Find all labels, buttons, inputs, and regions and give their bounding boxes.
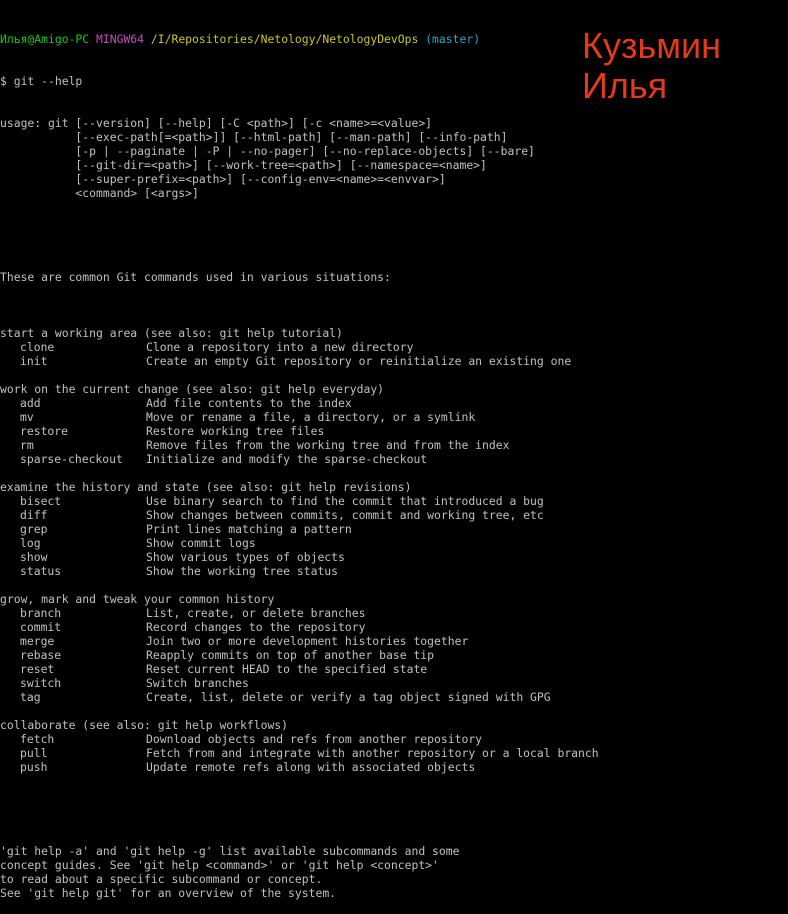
command-name: log <box>20 536 41 550</box>
intro-line: These are common Git commands used in va… <box>0 270 391 284</box>
footer-line: See 'git help git' for an overview of th… <box>0 886 337 900</box>
command-description: Switch branches <box>146 676 249 690</box>
prompt-user-host: Илья@Amigo-PC <box>0 32 90 46</box>
command-description: List, create, or delete branches <box>146 606 366 620</box>
command-description: Show various types of objects <box>146 550 345 564</box>
command-row: clone Clone a repository into a new direc… <box>0 340 788 354</box>
command-name: fetch <box>20 732 55 746</box>
command-name: mv <box>20 410 34 424</box>
command-row: grep Print lines matching a pattern <box>0 522 788 536</box>
command-description: Join two or more development histories t… <box>146 634 469 648</box>
command-name: rebase <box>20 648 62 662</box>
command-name: pull <box>20 746 48 760</box>
command-row: push Update remote refs along with associ… <box>0 760 788 774</box>
command-row: init Create an empty Git repository or re… <box>0 354 788 368</box>
command-description: Use binary search to find the commit tha… <box>146 494 544 508</box>
prompt-path: /I/Repositories/Netology/NetologyDevOps <box>150 32 419 46</box>
command-name: push <box>20 760 48 774</box>
command-description: Clone a repository into a new directory <box>146 340 414 354</box>
command-row: diff Show changes between commits, commit… <box>0 508 788 522</box>
command-row: switch Switch branches <box>0 676 788 690</box>
command-row: tag Create, list, delete or verify a tag … <box>0 690 788 704</box>
prompt-branch: (master) <box>425 32 481 46</box>
command-row: pull Fetch from and integrate with anothe… <box>0 746 788 760</box>
command-description: Update remote refs along with associated… <box>146 760 476 774</box>
command-name: rm <box>20 438 34 452</box>
command-row: fetch Download objects and refs from anot… <box>0 732 788 746</box>
command-description: Record changes to the repository <box>146 620 366 634</box>
footer-line: to read about a specific subcommand or c… <box>0 872 323 886</box>
usage-block: usage: git [--version] [--help] [-C <pat… <box>0 116 788 200</box>
command-description: Remove files from the working tree and f… <box>146 438 510 452</box>
command-description: Restore working tree files <box>146 424 325 438</box>
command-row: mv Move or rename a file, a directory, or… <box>0 410 788 424</box>
command-name: merge <box>20 634 55 648</box>
command-name: clone <box>20 340 55 354</box>
command-name: restore <box>20 424 69 438</box>
command-row: show Show various types of objects <box>0 550 788 564</box>
command-description: Create, list, delete or verify a tag obj… <box>146 690 551 704</box>
command-name: branch <box>20 606 62 620</box>
usage-line: [--exec-path[=<path>]] [--html-path] [--… <box>0 130 508 144</box>
section-heading: start a working area (see also: git help… <box>0 326 343 340</box>
command-row: restore Restore working tree files <box>0 424 788 438</box>
command-description: Move or rename a file, a directory, or a… <box>146 410 476 424</box>
help-footer: 'git help -a' and 'git help -g' list ava… <box>0 844 788 900</box>
command-row: rebase Reapply commits on top of another … <box>0 648 788 662</box>
command-row: branch List, create, or delete branches <box>0 606 788 620</box>
author-surname: Кузьмин <box>582 25 721 66</box>
command-row: add Add file contents to the index <box>0 396 788 410</box>
command-description: Create an empty Git repository or reinit… <box>146 354 572 368</box>
command-name: init <box>20 354 48 368</box>
command-name: status <box>20 564 62 578</box>
command-name: tag <box>20 690 41 704</box>
command-description: Print lines matching a pattern <box>146 522 352 536</box>
section-heading: examine the history and state (see also:… <box>0 480 412 494</box>
section-heading: work on the current change (see also: gi… <box>0 382 385 396</box>
command-row: sparse-checkout Initialize and modify the… <box>0 452 788 466</box>
command-name: reset <box>20 662 55 676</box>
usage-line: [-p | --paginate | -P | --no-pager] [--n… <box>0 144 535 158</box>
section-heading: collaborate (see also: git help workflow… <box>0 718 289 732</box>
command-name: bisect <box>20 494 62 508</box>
author-name-overlay: Кузьмин Илья <box>582 26 721 106</box>
author-firstname: Илья <box>582 65 668 106</box>
command-name: switch <box>20 676 62 690</box>
command-name: diff <box>20 508 48 522</box>
command-description: Fetch from and integrate with another re… <box>146 746 599 760</box>
usage-line: [--git-dir=<path>] [--work-tree=<path>] … <box>0 158 487 172</box>
terminal-output[interactable]: Илья@Amigo-PC MINGW64 /I/Repositories/Ne… <box>0 4 788 914</box>
command-row: log Show commit logs <box>0 536 788 550</box>
command-row: commit Record changes to the repository <box>0 620 788 634</box>
command-name: show <box>20 550 48 564</box>
command-name: grep <box>20 522 48 536</box>
usage-line: [--super-prefix=<path>] [--config-env=<n… <box>0 172 446 186</box>
usage-line: usage: git [--version] [--help] [-C <pat… <box>0 116 433 130</box>
command-description: Reset current HEAD to the specified stat… <box>146 662 428 676</box>
command-description: Download objects and refs from another r… <box>146 732 483 746</box>
command-description: Add file contents to the index <box>146 396 352 410</box>
command-row: reset Reset current HEAD to the specified… <box>0 662 788 676</box>
command-row: rm Remove files from the working tree and… <box>0 438 788 452</box>
footer-line: 'git help -a' and 'git help -g' list ava… <box>0 844 460 858</box>
prompt-shell: MINGW64 <box>96 32 145 46</box>
footer-line: concept guides. See 'git help <command>'… <box>0 858 439 872</box>
command-description: Initialize and modify the sparse-checkou… <box>146 452 428 466</box>
command-name: add <box>20 396 41 410</box>
section-heading: grow, mark and tweak your common history <box>0 592 275 606</box>
command-description: Reapply commits on top of another base t… <box>146 648 435 662</box>
command-description: Show changes between commits, commit and… <box>146 508 544 522</box>
command-description: Show the working tree status <box>146 564 339 578</box>
command-row: status Show the working tree status <box>0 564 788 578</box>
command-row: bisect Use binary search to find the comm… <box>0 494 788 508</box>
command-sections: start a working area (see also: git help… <box>0 312 788 774</box>
command-name: commit <box>20 620 62 634</box>
command-description: Show commit logs <box>146 536 256 550</box>
command-row: merge Join two or more development histor… <box>0 634 788 648</box>
command-name: sparse-checkout <box>20 452 123 466</box>
usage-line: <command> [<args>] <box>0 186 199 200</box>
